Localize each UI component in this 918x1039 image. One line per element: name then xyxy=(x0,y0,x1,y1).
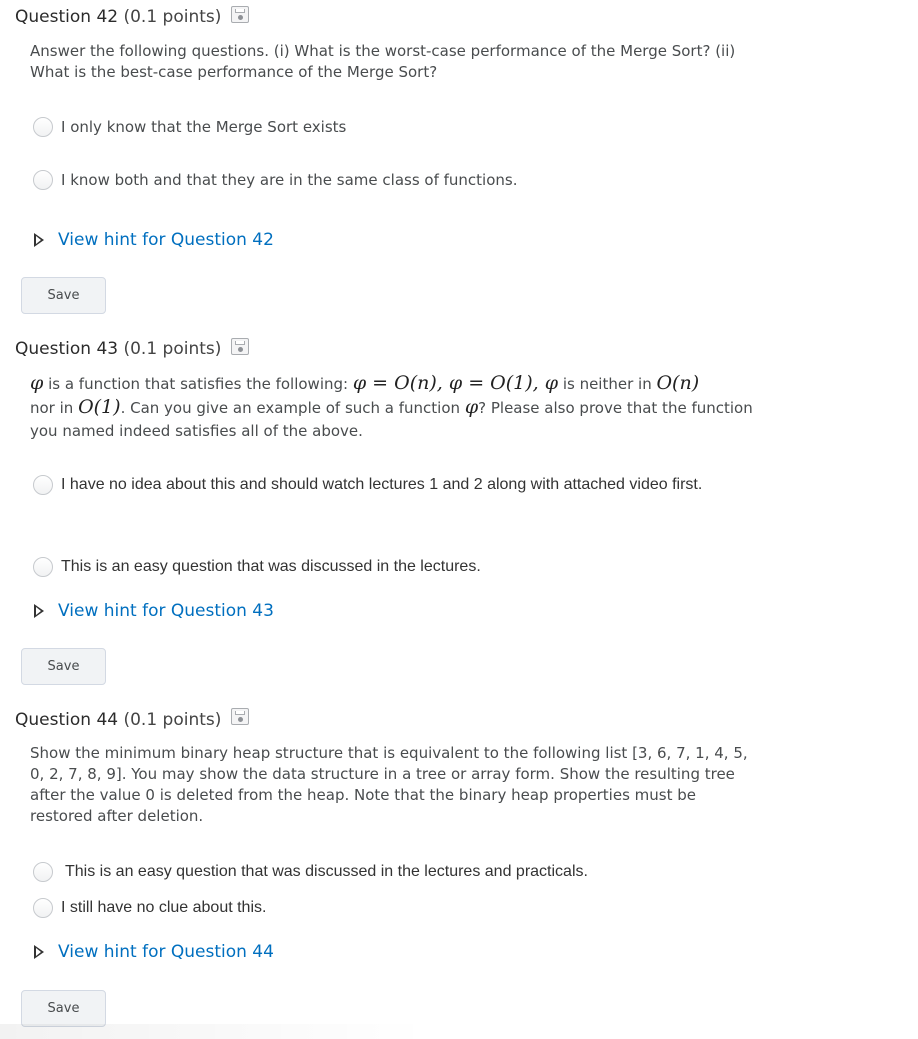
triangle-right-icon xyxy=(34,945,44,959)
hint-link[interactable]: View hint for Question 43 xyxy=(58,601,274,621)
question-44-text: Show the minimum binary heap structure t… xyxy=(30,744,748,825)
hint-toggle-44[interactable]: View hint for Question 44 xyxy=(34,942,274,962)
hint-link[interactable]: View hint for Question 42 xyxy=(58,230,274,250)
save-button[interactable]: Save xyxy=(21,277,106,314)
floppy-disk-icon[interactable] xyxy=(231,338,249,355)
radio-option-43-1[interactable] xyxy=(33,475,53,495)
question-points: (0.1 points) xyxy=(123,710,222,730)
hint-toggle-42[interactable]: View hint for Question 42 xyxy=(34,230,274,250)
math-on: O(n) xyxy=(656,372,700,394)
math-phi: φ xyxy=(30,372,44,394)
radio-option-42-2[interactable] xyxy=(33,170,53,190)
question-43-text: φ is a function that satisfies the follo… xyxy=(30,372,755,443)
hint-toggle-43[interactable]: View hint for Question 43 xyxy=(34,601,274,621)
text-segment: is a function that satisfies the followi… xyxy=(43,375,353,393)
question-42-text: Answer the following questions. (i) What… xyxy=(30,42,736,81)
option-label: I only know that the Merge Sort exists xyxy=(61,118,347,136)
question-42-title: Question 42 (0.1 points) xyxy=(15,7,221,27)
floppy-disk-icon[interactable] xyxy=(231,708,249,725)
triangle-right-icon xyxy=(34,233,44,247)
text-segment: nor in xyxy=(30,399,79,417)
math-phi: φ xyxy=(464,396,479,418)
save-button[interactable]: Save xyxy=(21,990,106,1027)
bottom-shadow xyxy=(0,1024,430,1039)
question-number: Question 43 xyxy=(15,339,119,359)
math-equation: φ = O(n), φ = O(1), φ xyxy=(352,372,559,394)
radio-option-44-2[interactable] xyxy=(33,898,53,918)
text-segment: is neither in xyxy=(558,375,657,393)
triangle-right-icon xyxy=(34,604,44,618)
radio-option-43-2[interactable] xyxy=(33,557,53,577)
option-label: I know both and that they are in the sam… xyxy=(61,171,518,189)
option-label: I have no idea about this and should wat… xyxy=(61,476,703,493)
radio-option-42-1[interactable] xyxy=(33,117,53,137)
floppy-disk-icon[interactable] xyxy=(231,6,249,23)
hint-link[interactable]: View hint for Question 44 xyxy=(58,942,274,962)
question-number: Question 42 xyxy=(15,7,119,27)
question-43-title: Question 43 (0.1 points) xyxy=(15,339,221,359)
option-label: This is an easy question that was discus… xyxy=(65,863,588,880)
math-o1: O(1) xyxy=(78,396,121,418)
option-label: I still have no clue about this. xyxy=(61,899,267,916)
text-segment: . Can you give an example of such a func… xyxy=(120,399,465,417)
question-points: (0.1 points) xyxy=(123,339,222,359)
question-number: Question 44 xyxy=(15,710,119,730)
question-44-title: Question 44 (0.1 points) xyxy=(15,710,221,730)
option-label: This is an easy question that was discus… xyxy=(61,558,481,575)
question-points: (0.1 points) xyxy=(123,7,222,27)
radio-option-44-1[interactable] xyxy=(33,862,53,882)
save-button[interactable]: Save xyxy=(21,648,106,685)
